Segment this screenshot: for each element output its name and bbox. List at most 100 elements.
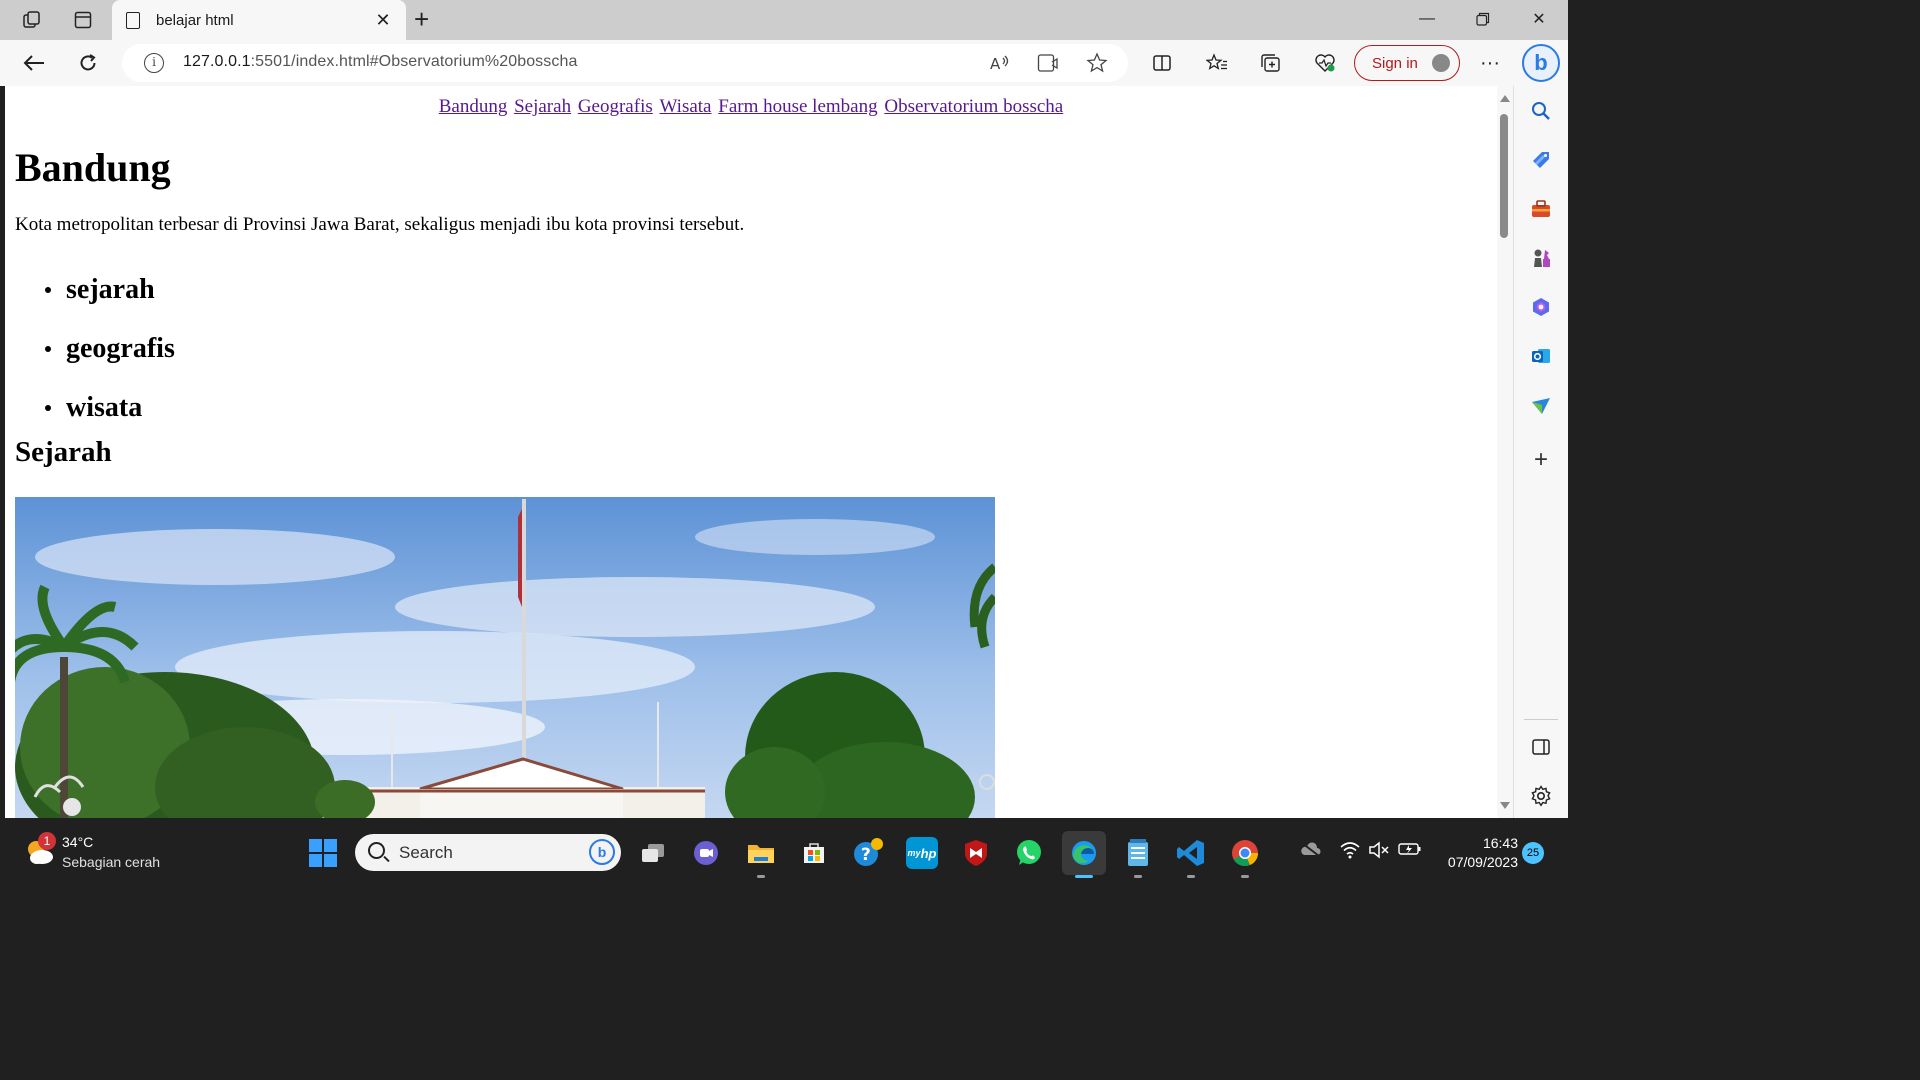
taskbar-search[interactable]: Search b bbox=[355, 834, 621, 871]
running-indicator bbox=[757, 875, 765, 878]
toolbox-icon[interactable] bbox=[1529, 197, 1553, 221]
microsoft-store-icon[interactable] bbox=[798, 837, 830, 869]
windows-taskbar: 1 34°C Sebagian cerah Search b ? my hp 1… bbox=[0, 823, 1568, 882]
minimize-button[interactable]: — bbox=[1407, 6, 1447, 32]
svg-text:A: A bbox=[990, 55, 1001, 72]
system-clock[interactable]: 16:43 07/09/2023 bbox=[1436, 834, 1518, 872]
weather-description[interactable]: Sebagian cerah bbox=[62, 854, 160, 870]
scroll-down-icon[interactable] bbox=[1500, 802, 1510, 809]
running-indicator bbox=[1134, 875, 1142, 878]
site-info-icon[interactable]: i bbox=[144, 53, 164, 73]
chess-icon[interactable] bbox=[1529, 246, 1553, 270]
send-icon[interactable] bbox=[1529, 393, 1553, 417]
settings-icon[interactable] bbox=[1529, 784, 1553, 808]
new-tab-button[interactable]: + bbox=[414, 6, 429, 32]
sign-in-button[interactable]: Sign in bbox=[1354, 45, 1460, 81]
split-screen-icon[interactable] bbox=[1146, 48, 1178, 78]
profile-avatar-icon bbox=[1432, 54, 1450, 72]
tag-icon[interactable] bbox=[1529, 148, 1553, 172]
list-item: sejarah bbox=[43, 260, 175, 319]
bullet-icon bbox=[45, 404, 51, 411]
vertical-scrollbar[interactable] bbox=[1497, 86, 1513, 818]
search-icon[interactable] bbox=[1529, 99, 1553, 123]
edge-browser-icon[interactable] bbox=[1062, 831, 1106, 875]
tab-actions-icon[interactable] bbox=[70, 8, 96, 32]
edge-sidebar: + bbox=[1513, 86, 1568, 818]
whatsapp-icon[interactable] bbox=[1013, 837, 1045, 869]
copilot-icon[interactable] bbox=[1529, 295, 1553, 319]
close-tab-icon[interactable]: ✕ bbox=[372, 9, 394, 31]
weather-badge: 1 bbox=[38, 832, 56, 850]
clock-time: 16:43 bbox=[1482, 835, 1518, 851]
nav-link-observatorium[interactable]: Observatorium bosscha bbox=[884, 96, 1063, 117]
back-button[interactable] bbox=[18, 48, 50, 78]
address-toolbar: i 127.0.0.1:5501/index.html#Observatoriu… bbox=[0, 40, 1568, 86]
tab-title: belajar html bbox=[156, 11, 234, 29]
favorite-star-icon[interactable] bbox=[1085, 52, 1109, 74]
wifi-icon[interactable] bbox=[1339, 841, 1361, 863]
outlook-icon[interactable] bbox=[1529, 344, 1553, 368]
add-icon[interactable]: + bbox=[1529, 446, 1553, 473]
get-help-icon[interactable]: ? bbox=[852, 837, 884, 869]
search-placeholder: Search bbox=[399, 843, 453, 862]
bullet-icon bbox=[45, 286, 51, 293]
windows-start-icon[interactable] bbox=[309, 839, 337, 867]
split-icon[interactable] bbox=[1529, 735, 1553, 759]
notepad-icon[interactable] bbox=[1122, 837, 1154, 869]
url-path: :5501/index.html#Observatorium%20bosscha bbox=[250, 53, 578, 70]
sign-in-label: Sign in bbox=[1372, 54, 1418, 72]
read-aloud-icon[interactable]: A bbox=[988, 52, 1012, 74]
list-item-label: wisata bbox=[66, 391, 143, 423]
gedung-sate-photo bbox=[15, 497, 995, 818]
close-window-button[interactable]: ✕ bbox=[1519, 6, 1559, 32]
url-text[interactable]: 127.0.0.1:5501/index.html#Observatorium%… bbox=[183, 53, 577, 71]
weather-temperature[interactable]: 34°C bbox=[62, 834, 93, 850]
restore-button[interactable] bbox=[1463, 6, 1503, 32]
task-view-icon[interactable] bbox=[637, 837, 669, 869]
myhp-icon[interactable]: my hp bbox=[906, 837, 938, 869]
refresh-button[interactable] bbox=[72, 48, 104, 78]
page-heading: Bandung bbox=[15, 145, 171, 190]
svg-text:?: ? bbox=[861, 845, 871, 865]
teams-chat-icon[interactable] bbox=[690, 837, 722, 869]
running-indicator bbox=[1187, 875, 1195, 878]
chrome-icon[interactable] bbox=[1229, 837, 1261, 869]
file-explorer-icon[interactable] bbox=[745, 837, 777, 869]
clock-date: 07/09/2023 bbox=[1447, 854, 1518, 870]
onedrive-icon[interactable] bbox=[1299, 841, 1321, 861]
workspaces-icon[interactable] bbox=[19, 8, 45, 32]
nav-link-bandung[interactable]: Bandung bbox=[439, 96, 508, 117]
collections-icon[interactable] bbox=[1255, 48, 1287, 78]
running-indicator bbox=[1241, 875, 1249, 878]
notification-badge[interactable]: 25 bbox=[1522, 842, 1544, 864]
favorites-icon[interactable] bbox=[1201, 48, 1233, 78]
nav-link-sejarah[interactable]: Sejarah bbox=[514, 96, 571, 117]
list-item-label: sejarah bbox=[66, 273, 155, 305]
page-lead: Kota metropolitan terbesar di Provinsi J… bbox=[15, 214, 745, 235]
sidebar-divider bbox=[1524, 719, 1558, 720]
scrollbar-thumb[interactable] bbox=[1500, 114, 1508, 238]
nav-link-farm-house[interactable]: Farm house lembang bbox=[718, 96, 877, 117]
vscode-icon[interactable] bbox=[1175, 837, 1207, 869]
copilot-bing-icon[interactable]: b bbox=[1522, 44, 1560, 82]
page-viewport: Bandung Sejarah Geografis Wisata Farm ho… bbox=[5, 86, 1497, 818]
active-app-indicator bbox=[1075, 875, 1093, 878]
hp-label: hp bbox=[920, 845, 937, 861]
list-item: wisata bbox=[43, 378, 175, 437]
scroll-up-icon[interactable] bbox=[1500, 95, 1510, 102]
nav-link-geografis[interactable]: Geografis bbox=[578, 96, 653, 117]
browser-essentials-icon[interactable] bbox=[1309, 48, 1341, 78]
nav-link-wisata[interactable]: Wisata bbox=[660, 96, 712, 117]
bing-icon[interactable]: b bbox=[589, 839, 615, 865]
url-host: 127.0.0.1 bbox=[183, 53, 251, 70]
list-item: geografis bbox=[43, 319, 175, 378]
volume-muted-icon[interactable] bbox=[1368, 841, 1390, 863]
address-bar[interactable]: i 127.0.0.1:5501/index.html#Observatoriu… bbox=[122, 44, 1128, 82]
topic-list: sejarah geografis wisata bbox=[43, 260, 175, 437]
tab-active[interactable]: belajar html ✕ bbox=[112, 0, 406, 40]
battery-icon[interactable] bbox=[1398, 841, 1422, 861]
immersive-reader-icon[interactable] bbox=[1036, 52, 1060, 74]
more-menu-icon[interactable]: ··· bbox=[1474, 48, 1506, 78]
bullet-icon bbox=[45, 345, 51, 352]
mcafee-icon[interactable] bbox=[960, 837, 992, 869]
